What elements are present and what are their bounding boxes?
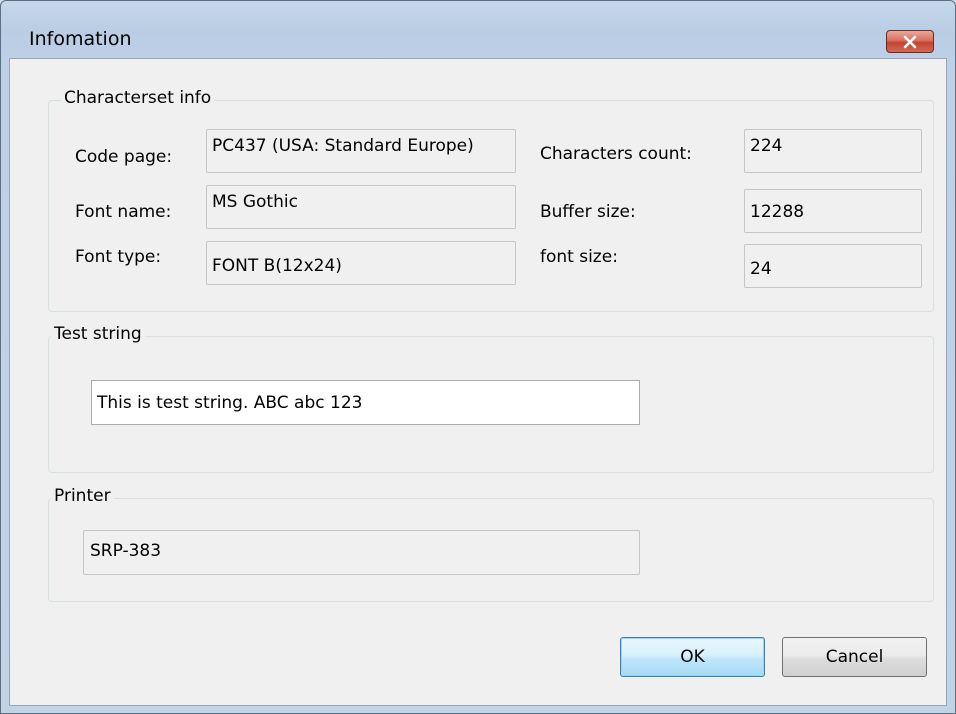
font-type-label: Font type: (75, 247, 162, 267)
font-size-label: font size: (540, 247, 618, 267)
font-size-field[interactable]: 24 (744, 244, 922, 288)
dialog-client-area: Characterset info Code page: PC437 (USA:… (9, 58, 947, 706)
font-name-label: Font name: (75, 202, 172, 222)
characters-count-field[interactable]: 224 (744, 129, 922, 173)
title-bar[interactable]: Infomation (1, 1, 955, 57)
cancel-button[interactable]: Cancel (782, 637, 927, 677)
font-type-field[interactable]: FONT B(12x24) (206, 241, 516, 285)
code-page-label: Code page: (75, 147, 173, 167)
close-button[interactable] (886, 30, 934, 53)
ok-button[interactable]: OK (620, 637, 765, 677)
buffer-size-field[interactable]: 12288 (744, 189, 922, 233)
buffer-size-label: Buffer size: (540, 202, 636, 222)
test-string-input[interactable] (91, 380, 640, 425)
close-x-icon (902, 35, 918, 49)
characters-count-label: Characters count: (540, 144, 692, 164)
characterset-info-legend: Characterset info (61, 88, 215, 108)
dialog-window: Infomation Characterset info Code page: … (0, 0, 956, 714)
window-title: Infomation (29, 28, 132, 50)
test-string-legend: Test string (51, 324, 145, 344)
font-name-field[interactable]: MS Gothic (206, 185, 516, 229)
printer-legend: Printer (51, 486, 114, 506)
printer-field[interactable]: SRP-383 (83, 530, 640, 575)
code-page-field[interactable]: PC437 (USA: Standard Europe) (206, 129, 516, 173)
